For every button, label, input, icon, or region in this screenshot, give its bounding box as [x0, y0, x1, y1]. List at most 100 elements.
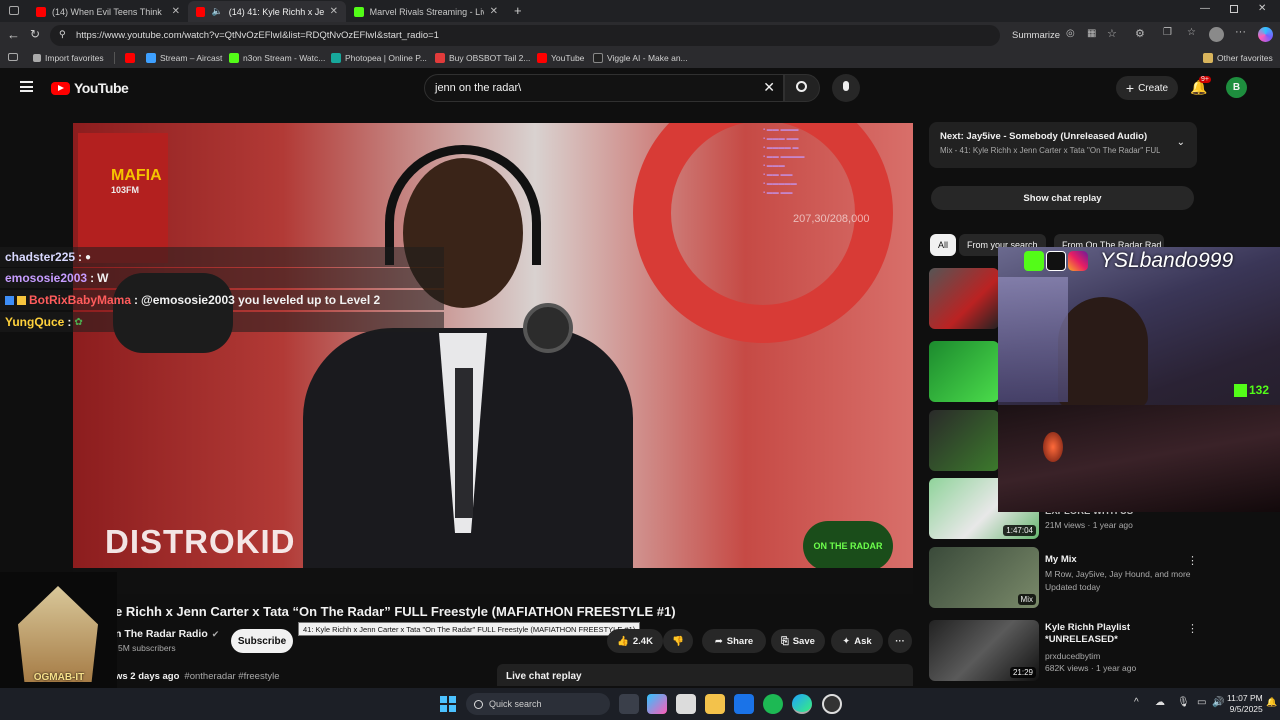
reading-icon[interactable]: ◎: [1066, 28, 1075, 39]
search-input[interactable]: jenn on the radar\ ✕: [424, 74, 784, 102]
bookmark-n3on-stream[interactable]: n3on Stream - Watc...: [229, 53, 325, 63]
on-the-radar-text: ON THE RADAR: [813, 541, 883, 551]
speaker-icon[interactable]: 🔈: [211, 6, 222, 17]
spotify-icon[interactable]: [763, 694, 783, 714]
workspace-icon[interactable]: [9, 6, 19, 15]
live-chat-replay-header[interactable]: Live chat replay: [497, 664, 913, 686]
voice-search-button[interactable]: [832, 74, 860, 102]
url-field[interactable]: ⚲ https://www.youtube.com/watch?v=QtNvOz…: [50, 25, 1000, 46]
video-title: e Richh x Jenn Carter x Tata “On The Rad…: [115, 604, 676, 619]
bookmark-stream-aircast[interactable]: Stream – Aircast: [146, 53, 222, 63]
file-explorer-icon[interactable]: [705, 694, 725, 714]
maximize-icon[interactable]: [1230, 5, 1238, 13]
rec-thumb-1[interactable]: [929, 268, 999, 329]
channel-name[interactable]: n The Radar Radio ✔: [115, 628, 219, 640]
obs-icon[interactable]: [822, 694, 842, 714]
bookmark-youtube-1[interactable]: [125, 53, 135, 63]
menu-dots-icon[interactable]: ···: [1235, 26, 1246, 38]
kick-icon: [229, 53, 239, 63]
favorite-star-icon[interactable]: ☆: [1107, 27, 1117, 40]
up-next-card[interactable]: Next: Jay5ive - Somebody (Unreleased Aud…: [929, 122, 1197, 168]
bookmark-import-favorites[interactable]: Import favorites: [33, 53, 104, 63]
outlook-icon[interactable]: [734, 694, 754, 714]
favorites-icon[interactable]: ☆: [1187, 27, 1196, 38]
chip-all[interactable]: All: [930, 234, 957, 256]
rec-title[interactable]: My Mix: [1045, 554, 1077, 566]
task-view-icon[interactable]: [619, 694, 639, 714]
video-duration: 21:29: [1009, 667, 1036, 678]
extensions-icon[interactable]: ⚙: [1135, 27, 1145, 40]
video-player[interactable]: MAFIA 103FM 207,30/208,000 ▪ ▬▬ ▬▬▬ ▪ ▬▬▬…: [73, 123, 913, 573]
chat-message: BotRixBabyMama: @emososie2003 you levele…: [0, 290, 444, 310]
dislike-button[interactable]: 👎: [663, 629, 693, 653]
taskbar-search[interactable]: Quick search: [466, 693, 610, 715]
bookmark-photopea[interactable]: Photopea | Online P...: [331, 53, 427, 63]
share-button[interactable]: ➦ Share: [702, 629, 766, 653]
search-button[interactable]: [784, 74, 820, 102]
network-icon[interactable]: ▭: [1197, 697, 1206, 708]
apps-icon[interactable]: ▦: [1087, 28, 1096, 39]
edge-icon[interactable]: [792, 694, 812, 714]
close-tab-icon[interactable]: ✕: [490, 6, 498, 17]
tray-chevron-icon[interactable]: ^: [1134, 697, 1139, 708]
rec-thumb-3[interactable]: [929, 410, 999, 471]
close-tab-icon[interactable]: ✕: [172, 6, 180, 17]
like-button[interactable]: 👍 2.4K: [607, 629, 663, 653]
refresh-icon[interactable]: ↻: [30, 27, 40, 41]
copilot-icon[interactable]: [1258, 27, 1273, 42]
bot-badge-icon: [5, 295, 14, 305]
more-actions-button[interactable]: ···: [888, 629, 912, 653]
rec-title[interactable]: Kyle Richh Playlist *UNRELEASED*: [1045, 622, 1165, 646]
video-description-meta[interactable]: ws 2 days ago #ontheradar #freestyle: [115, 671, 279, 682]
rec-thumb-mix[interactable]: Mix: [929, 547, 1039, 608]
taskbar-clock[interactable]: 11:07 PM 9/5/2025: [1227, 693, 1263, 715]
youtube-logo[interactable]: YouTube: [51, 80, 129, 96]
rec-thumb-playlist[interactable]: 21:29: [929, 620, 1039, 681]
close-window-icon[interactable]: ✕: [1258, 3, 1266, 14]
chat-emote-icon: ✿: [74, 316, 83, 328]
tab-2[interactable]: 🔈 (14) 41: Kyle Richh x Jenn Ca ✕: [188, 1, 346, 22]
mic-tray-icon[interactable]: 🎙: [1177, 697, 1190, 708]
hamburger-menu-icon[interactable]: [20, 81, 33, 92]
more-options-icon[interactable]: ⋮: [1187, 554, 1198, 567]
tab-3[interactable]: Marvel Rivals Streaming - Live St ✕: [346, 1, 506, 22]
instagram-icon: [1068, 251, 1088, 271]
bookmark-viggle[interactable]: Viggle AI - Make an...: [593, 53, 688, 63]
other-favorites[interactable]: Other favorites: [1203, 53, 1273, 63]
minimize-icon[interactable]: —: [1200, 3, 1210, 14]
save-button[interactable]: ⎘ Save: [771, 629, 825, 653]
new-tab-icon[interactable]: +: [514, 3, 522, 18]
collections-icon[interactable]: ❐: [1163, 27, 1172, 38]
back-icon[interactable]: ←: [7, 27, 20, 42]
sidebar-toggle-icon[interactable]: [8, 53, 18, 61]
streamer-handle: YSLbando999: [1100, 249, 1234, 272]
start-icon[interactable]: [440, 696, 456, 712]
tab-1[interactable]: (14) When Evil Teens Think Murde ✕: [28, 1, 188, 22]
notifications-button[interactable]: 🔔 9+: [1190, 76, 1211, 97]
ask-button[interactable]: ✦ Ask: [831, 629, 883, 653]
notification-bell-icon[interactable]: 🔔: [1266, 697, 1277, 708]
rec-meta: 682K views · 1 year ago: [1045, 663, 1137, 673]
video-progress-area[interactable]: [73, 568, 913, 594]
show-chat-replay-label: Show chat replay: [1023, 192, 1102, 204]
avatar[interactable]: B: [1226, 77, 1247, 98]
volume-icon[interactable]: 🔊: [1212, 697, 1224, 708]
clear-search-icon[interactable]: ✕: [763, 79, 775, 96]
bookmark-youtube[interactable]: YouTube: [537, 53, 584, 63]
rec-thumb-2[interactable]: [929, 341, 999, 402]
chevron-down-icon[interactable]: ⌄: [1177, 137, 1185, 148]
close-tab-icon[interactable]: ✕: [330, 6, 338, 17]
show-chat-replay-button[interactable]: Show chat replay: [931, 186, 1194, 210]
site-info-icon[interactable]: ⚲: [59, 29, 66, 40]
more-options-icon[interactable]: ⋮: [1187, 622, 1198, 635]
store-icon[interactable]: [676, 694, 696, 714]
copilot-icon[interactable]: [647, 694, 667, 714]
summarize-button[interactable]: Summarize: [1012, 30, 1060, 41]
create-button[interactable]: + Create: [1116, 76, 1178, 100]
windows-taskbar: Quick search ^ ☁ 🎙 ▭ 🔊 11:07 PM 9/5/2025…: [0, 688, 1280, 720]
subscribe-button[interactable]: Subscribe: [231, 629, 293, 653]
onedrive-icon[interactable]: ☁: [1155, 697, 1165, 708]
rec-meta: prxducedbytim: [1045, 651, 1101, 661]
profile-avatar-icon[interactable]: [1209, 27, 1224, 42]
bookmark-obsbot[interactable]: Buy OBSBOT Tail 2...: [435, 53, 530, 63]
